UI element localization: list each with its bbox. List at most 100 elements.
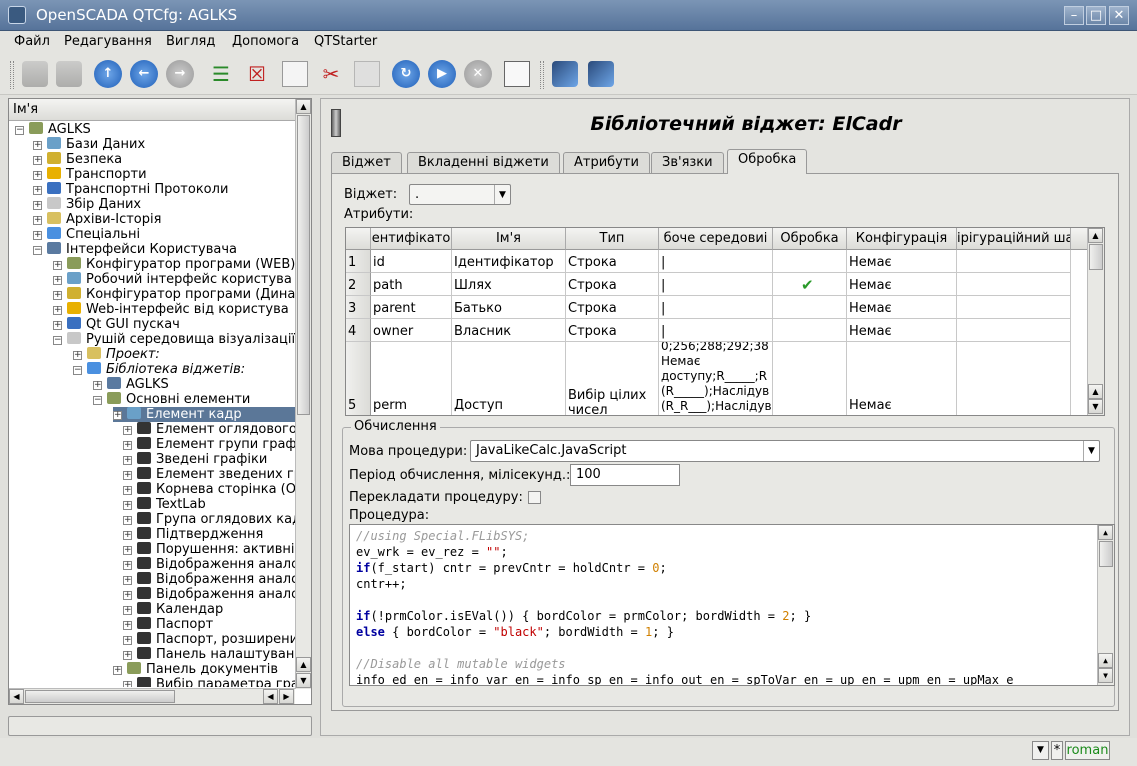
expand-toggle-icon[interactable]: − <box>33 246 42 255</box>
scroll-up-icon[interactable]: ▲ <box>296 657 311 672</box>
tree-item[interactable]: + Транспортні Протоколи <box>33 182 295 197</box>
expand-toggle-icon[interactable]: + <box>73 351 82 360</box>
expand-toggle-icon[interactable]: + <box>123 456 132 465</box>
tree-item[interactable]: + Підтвердження <box>123 527 295 542</box>
vision-module-icon[interactable] <box>588 61 614 87</box>
tree-item[interactable]: − Інтерфейси Користувача <box>33 242 295 257</box>
expand-toggle-icon[interactable]: + <box>123 636 132 645</box>
tree-item[interactable]: + AGLKS <box>93 377 295 392</box>
expand-toggle-icon[interactable]: + <box>123 516 132 525</box>
manual-icon[interactable] <box>504 61 530 87</box>
table-cell-proc[interactable]: ✔ <box>773 273 847 296</box>
expand-toggle-icon[interactable]: + <box>53 306 62 315</box>
table-cell-proc[interactable] <box>773 342 847 415</box>
menu-view[interactable]: Вигляд <box>166 34 215 49</box>
expand-toggle-icon[interactable]: + <box>93 381 102 390</box>
expand-toggle-icon[interactable]: + <box>33 156 42 165</box>
table-cell-proc[interactable] <box>773 250 847 273</box>
tree-item[interactable]: + Група оглядових кад <box>123 512 295 527</box>
tree-item[interactable]: + Відображення анало <box>123 572 295 587</box>
tree-item[interactable]: + Паспорт, розширений <box>123 632 295 647</box>
expand-toggle-icon[interactable]: + <box>33 201 42 210</box>
tab-included-widgets[interactable]: Вкладенні віджети <box>407 152 560 173</box>
column-header-config-template[interactable]: ірігураційний ша <box>957 228 1071 250</box>
scroll-left-icon[interactable]: ◀ <box>9 689 24 704</box>
expand-toggle-icon[interactable]: + <box>123 621 132 630</box>
menu-qtstarter[interactable]: QTStarter <box>314 34 377 49</box>
table-cell-work[interactable]: 0;256;288;292;38 Немає доступу;R_____;R … <box>659 342 773 415</box>
chevron-down-icon[interactable]: ▼ <box>1032 741 1049 760</box>
scroll-thumb[interactable] <box>297 115 310 415</box>
table-cell-type[interactable]: Строка <box>566 273 659 296</box>
tree-item[interactable]: + Паспорт <box>123 617 295 632</box>
tree-item[interactable]: + Проект: <box>73 347 295 362</box>
expand-toggle-icon[interactable]: + <box>123 651 132 660</box>
expand-toggle-icon[interactable]: + <box>123 546 132 555</box>
table-cell-tmpl[interactable] <box>957 273 1071 296</box>
column-header-work-value[interactable]: боче середовиі <box>659 228 773 250</box>
expand-toggle-icon[interactable]: + <box>53 261 62 270</box>
scroll-up-icon[interactable]: ▲ <box>1088 228 1103 243</box>
code-vertical-scrollbar[interactable]: ▲ ▲ ▼ <box>1097 525 1114 685</box>
column-header-id[interactable]: ентифікато <box>371 228 452 250</box>
tree-item[interactable]: + TextLab <box>123 497 295 512</box>
add-item-icon[interactable]: ☰ <box>208 61 234 87</box>
table-cell-work[interactable]: | <box>659 250 773 273</box>
tree-item[interactable]: + Календар <box>123 602 295 617</box>
expand-toggle-icon[interactable]: + <box>123 681 132 687</box>
tree-item[interactable]: + Транспорти <box>33 167 295 182</box>
scroll-up-icon[interactable]: ▲ <box>1088 384 1103 399</box>
table-cell-id[interactable]: owner <box>371 319 452 342</box>
table-cell-type[interactable]: Строка <box>566 319 659 342</box>
expand-toggle-icon[interactable]: + <box>33 171 42 180</box>
menu-file[interactable]: Файл <box>14 34 50 49</box>
table-cell-type[interactable]: Вибір цілих чисел <box>566 342 659 415</box>
minimize-button[interactable]: – <box>1064 6 1084 25</box>
scroll-thumb[interactable] <box>1099 541 1113 567</box>
column-header-type[interactable]: Тип <box>566 228 659 250</box>
table-cell-name[interactable]: Батько <box>452 296 566 319</box>
scroll-down-icon[interactable]: ▼ <box>1088 399 1103 414</box>
expand-toggle-icon[interactable]: + <box>113 411 122 420</box>
tree-item[interactable]: + Робочий інтерфейс користува <box>53 272 295 287</box>
expand-toggle-icon[interactable]: + <box>123 471 132 480</box>
calc-period-input[interactable]: 100 <box>570 464 680 486</box>
expand-toggle-icon[interactable]: + <box>53 276 62 285</box>
expand-toggle-icon[interactable]: + <box>123 606 132 615</box>
tree-item[interactable]: + Елемент кадр <box>113 407 295 422</box>
tree-item[interactable]: − Бібліотека віджетів: <box>73 362 295 377</box>
menu-edit[interactable]: Редагування <box>64 34 152 49</box>
table-cell-work[interactable]: | <box>659 296 773 319</box>
expand-toggle-icon[interactable]: − <box>73 366 82 375</box>
refresh-icon[interactable]: ↻ <box>392 60 420 88</box>
table-cell-tmpl[interactable] <box>957 296 1071 319</box>
table-cell-cfg[interactable]: Немає <box>847 250 957 273</box>
db-load-icon[interactable] <box>22 61 48 87</box>
tree-horizontal-scrollbar[interactable]: ◀ ◀ ▶ <box>9 688 295 704</box>
tree-item[interactable]: + Web-інтерфейс від користува <box>53 302 295 317</box>
tab-links[interactable]: Зв'язки <box>651 152 724 173</box>
tree-item[interactable]: + Елемент зведених гр <box>123 467 295 482</box>
column-header-configuration[interactable]: Конфігурація <box>847 228 957 250</box>
widget-select[interactable]: . ▼ <box>409 184 511 205</box>
scroll-right-icon[interactable]: ▶ <box>279 689 294 704</box>
tree-item[interactable]: − Основні елементи <box>93 392 295 407</box>
delete-item-icon[interactable]: ☒ <box>244 61 270 87</box>
paste-icon[interactable] <box>354 61 380 87</box>
cut-icon[interactable]: ✂ <box>318 61 344 87</box>
tree-item[interactable]: + Відображення анало <box>123 557 295 572</box>
expand-toggle-icon[interactable]: − <box>15 126 24 135</box>
menu-help[interactable]: Допомога <box>232 34 299 49</box>
expand-toggle-icon[interactable]: + <box>123 441 132 450</box>
tree-item[interactable]: + Порушення: активні <box>123 542 295 557</box>
expand-toggle-icon[interactable]: + <box>53 291 62 300</box>
tree-item[interactable]: + Збір Даних <box>33 197 295 212</box>
scroll-down-icon[interactable]: ▼ <box>1098 668 1113 683</box>
forward-icon[interactable]: → <box>166 60 194 88</box>
qtcfg-module-icon[interactable] <box>552 61 578 87</box>
tree-header[interactable]: Ім'я <box>9 99 295 121</box>
expand-toggle-icon[interactable]: + <box>123 591 132 600</box>
expand-toggle-icon[interactable]: + <box>113 666 122 675</box>
expand-toggle-icon[interactable]: + <box>53 321 62 330</box>
tree-item[interactable]: + Бази Даних <box>33 137 295 152</box>
